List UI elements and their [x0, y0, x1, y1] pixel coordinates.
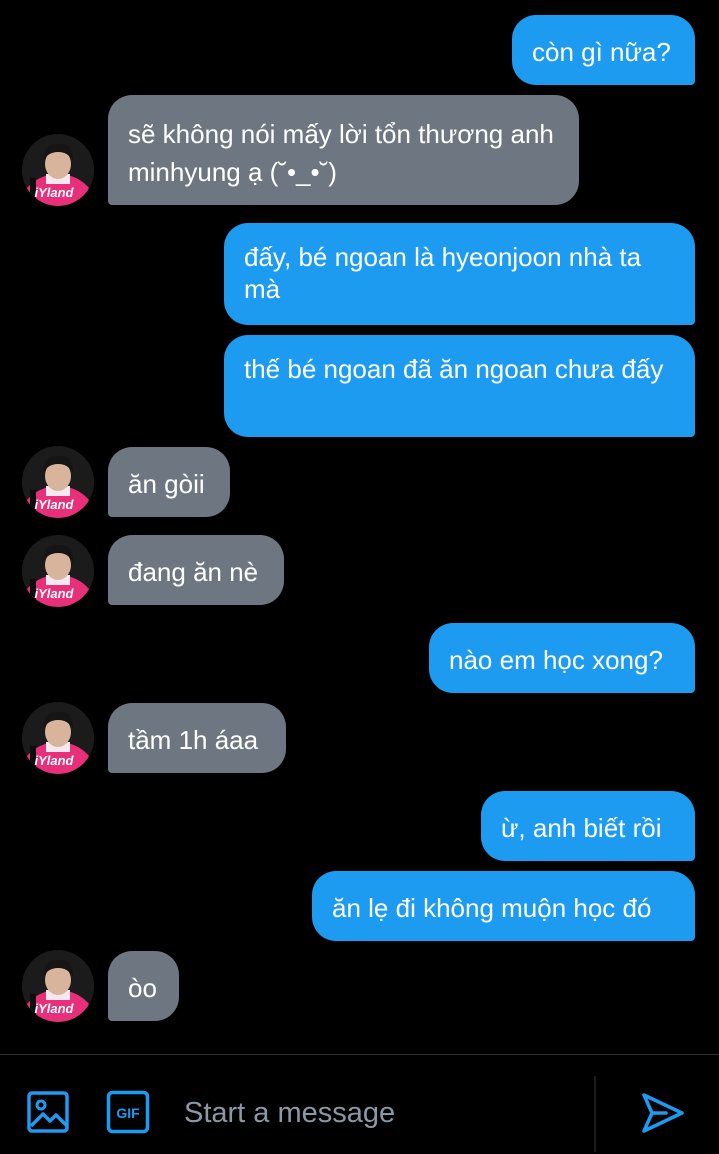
- gif-label: GIF: [116, 1105, 140, 1121]
- sent-message-bubble[interactable]: còn gì nữa?: [512, 15, 695, 85]
- composer-divider: [594, 1076, 596, 1152]
- dm-screen: còn gì nữa? sẽ không nói mấy lời tổn thươ…: [0, 0, 719, 1154]
- send-icon[interactable]: [640, 1090, 686, 1141]
- svg-text:iYland: iYland: [34, 586, 74, 601]
- received-message-bubble[interactable]: sẽ không nói mấy lời tổn thương anh minh…: [108, 95, 579, 205]
- sent-message-bubble[interactable]: ăn lẹ đi không muộn học đó: [312, 871, 695, 941]
- sent-message-bubble[interactable]: thế bé ngoan đã ăn ngoan chưa đấy: [224, 335, 695, 437]
- svg-text:iYland: iYland: [34, 753, 74, 768]
- image-icon[interactable]: [26, 1090, 70, 1139]
- received-message-bubble[interactable]: òo: [108, 951, 179, 1021]
- received-message-bubble[interactable]: ăn gòii: [108, 447, 230, 517]
- avatar[interactable]: iYland: [22, 446, 94, 518]
- message-input[interactable]: [184, 1092, 584, 1134]
- avatar[interactable]: iYland: [22, 950, 94, 1022]
- gif-icon[interactable]: GIF: [106, 1090, 150, 1139]
- svg-text:iYland: iYland: [34, 1001, 74, 1016]
- received-message-bubble[interactable]: đang ăn nè: [108, 535, 284, 605]
- sent-message-bubble[interactable]: đấy, bé ngoan là hyeonjoon nhà ta mà: [224, 223, 695, 325]
- received-message-bubble[interactable]: tầm 1h áaa: [108, 703, 286, 773]
- svg-text:iYland: iYland: [34, 497, 74, 512]
- sent-message-bubble[interactable]: ừ, anh biết rồi: [481, 791, 695, 861]
- avatar[interactable]: iYland: [22, 134, 94, 206]
- avatar[interactable]: iYland: [22, 702, 94, 774]
- svg-text:iYland: iYland: [34, 185, 74, 200]
- avatar[interactable]: iYland: [22, 535, 94, 607]
- sent-message-bubble[interactable]: nào em học xong?: [429, 623, 695, 693]
